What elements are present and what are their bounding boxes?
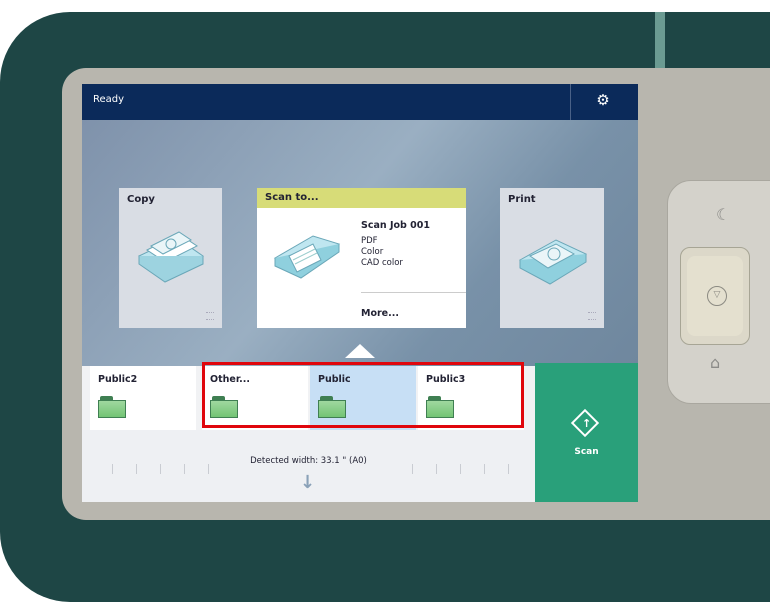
status-divider <box>570 84 571 120</box>
detection-area: Detected width: 33.1 " (A0) ↓ <box>82 430 535 502</box>
scan-button-label: Scan <box>574 447 599 457</box>
scan-format: PDF <box>361 236 378 246</box>
scan-job-name: Scan Job 001 <box>361 220 430 231</box>
copy-tile[interactable]: Copy <box>119 188 222 328</box>
arrow-down-icon: ↓ <box>300 472 316 493</box>
scan-color-mode: Color <box>361 247 384 257</box>
home-icon[interactable]: ⌂ <box>710 353 720 372</box>
folder-label: Public2 <box>98 374 138 385</box>
status-bar: Ready ⚙ <box>82 84 638 120</box>
gear-icon[interactable]: ⚙ <box>590 87 616 113</box>
scan-tile-title: Scan to... <box>265 192 319 203</box>
touch-screen: Ready ⚙ Copy Scan to... Scan Job 001 PDF… <box>82 84 638 502</box>
status-text: Ready <box>93 94 125 105</box>
scan-to-tile[interactable]: Scan to... Scan Job 001 PDF Color CAD co… <box>257 188 466 328</box>
print-tile-title: Print <box>508 194 536 205</box>
hardware-panel: ☾ ▽ ⌂ <box>667 180 770 404</box>
scan-button[interactable]: ↑ Scan <box>535 363 638 502</box>
stop-icon: ▽ <box>707 286 727 306</box>
scan-profile: CAD color <box>361 258 403 268</box>
scan-arrow-icon: ↑ <box>582 417 592 430</box>
print-grip-icon[interactable] <box>588 312 596 320</box>
copy-grip-icon[interactable] <box>206 312 214 320</box>
highlight-rectangle <box>202 362 524 428</box>
folder-icon <box>98 396 126 418</box>
device-indicator <box>655 12 665 68</box>
detected-width-text: Detected width: 33.1 " (A0) <box>250 456 367 466</box>
moon-icon[interactable]: ☾ <box>716 205 730 224</box>
folder-public2[interactable]: Public2 <box>90 366 196 430</box>
stop-button[interactable]: ▽ <box>680 247 750 345</box>
copy-tile-title: Copy <box>127 194 155 205</box>
print-tile[interactable]: Print <box>500 188 604 328</box>
scanner-illustration-icon <box>273 235 341 279</box>
scan-tile-pointer <box>345 344 375 358</box>
copy-illustration-icon <box>138 231 204 283</box>
scan-divider <box>361 292 466 293</box>
scan-more-link[interactable]: More... <box>361 308 399 319</box>
print-illustration-icon <box>518 239 588 285</box>
stop-button-face: ▽ <box>687 256 743 336</box>
scan-tile-header: Scan to... <box>257 188 466 208</box>
